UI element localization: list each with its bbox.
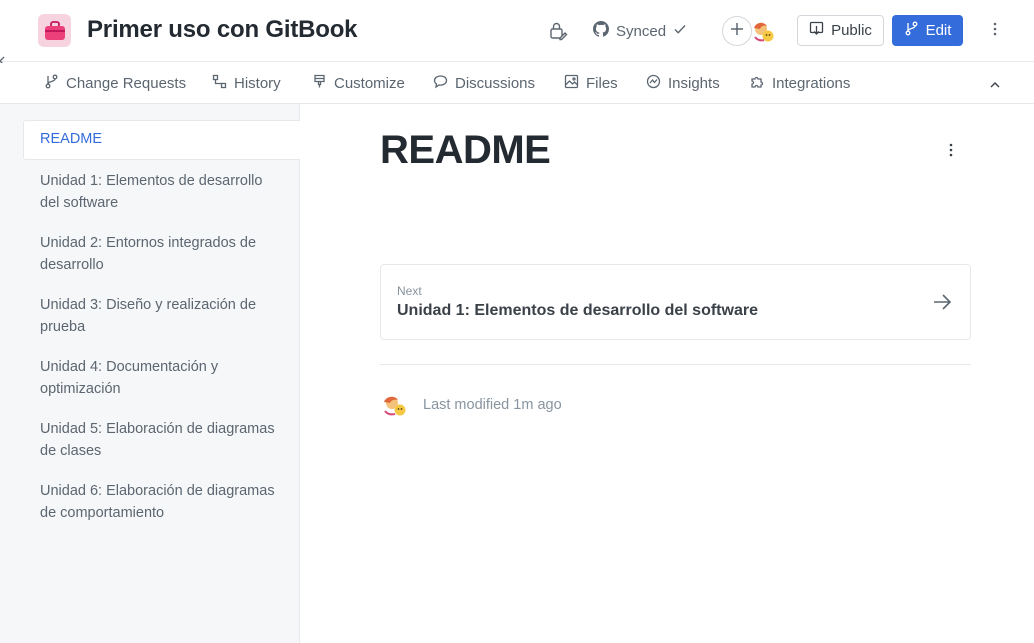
tab-label: Files [586, 75, 618, 92]
next-label: Next [397, 284, 422, 298]
tab-label: Integrations [772, 75, 851, 92]
sidebar-item-unidad-3[interactable]: Unidad 3: Diseño y realización de prueba [40, 294, 285, 338]
branch-icon [904, 21, 919, 40]
brush-icon [312, 74, 327, 93]
kebab-icon [993, 22, 997, 41]
space-title: Primer uso con GitBook [87, 16, 358, 43]
tab-label: History [234, 75, 281, 92]
arrow-right-icon [931, 291, 953, 313]
sidebar-item-label: README [40, 131, 103, 147]
github-icon [593, 21, 610, 41]
next-page-card[interactable]: Next Unidad 1: Elementos de desarrollo d… [380, 264, 971, 340]
tab-discussions[interactable]: Discussions [433, 63, 535, 104]
sidebar-item-unidad-2[interactable]: Unidad 2: Entornos integrados de desarro… [40, 232, 285, 276]
checkmark-icon [673, 22, 687, 40]
briefcase-icon[interactable] [38, 14, 71, 47]
plus-icon [730, 22, 744, 41]
puzzle-icon [750, 74, 765, 93]
lock-edit-button[interactable] [545, 18, 571, 44]
chat-bubble-icon [433, 74, 448, 93]
page-title: README [380, 128, 551, 172]
public-label: Public [831, 22, 872, 39]
edit-button[interactable]: Edit [892, 15, 963, 46]
branch-icon [44, 74, 59, 93]
tab-label: Insights [668, 75, 720, 92]
public-button[interactable]: Public [797, 15, 884, 46]
page-options-button[interactable] [940, 140, 962, 164]
user-avatar[interactable] [751, 19, 776, 44]
sidebar-item-unidad-6[interactable]: Unidad 6: Elaboración de diagramas de co… [40, 480, 285, 524]
last-modified-text: Last modified 1m ago [423, 397, 562, 413]
image-icon [564, 74, 579, 93]
share-icon [809, 21, 824, 40]
synced-label: Synced [616, 22, 667, 40]
edit-label: Edit [925, 22, 952, 39]
sidebar-item-readme[interactable]: README [23, 120, 300, 160]
insights-icon [646, 74, 661, 93]
tab-customize[interactable]: Customize [312, 63, 405, 104]
tab-history[interactable]: History [212, 63, 281, 104]
tab-files[interactable]: Files [564, 63, 618, 104]
space-tabs-bar: Change Requests History Customize Discus… [0, 63, 1034, 104]
author-avatar [381, 393, 408, 418]
kebab-icon [949, 143, 953, 162]
collapse-tabs-button[interactable] [985, 74, 1005, 94]
next-page-title: Unidad 1: Elementos de desarrollo del so… [397, 302, 758, 319]
sidebar-item-unidad-1[interactable]: Unidad 1: Elementos de desarrollo del so… [40, 170, 285, 214]
synced-status-button[interactable]: Synced [593, 18, 687, 44]
tab-label: Discussions [455, 75, 536, 92]
top-header: Primer uso con GitBook Synced Public Edi… [0, 0, 1034, 62]
tab-label: Customize [334, 75, 405, 92]
sidebar-item-unidad-5[interactable]: Unidad 5: Elaboración de diagramas de cl… [40, 418, 285, 462]
tab-integrations[interactable]: Integrations [750, 63, 850, 104]
tab-insights[interactable]: Insights [646, 63, 720, 104]
invite-button[interactable] [722, 16, 752, 46]
chevron-up-icon [990, 75, 1000, 93]
history-icon [212, 74, 227, 93]
divider [380, 364, 971, 365]
tab-change-requests[interactable]: Change Requests [44, 63, 186, 104]
tab-label: Change Requests [66, 75, 187, 92]
more-options-button[interactable] [983, 18, 1007, 44]
sidebar: README Unidad 1: Elementos de desarrollo… [0, 104, 300, 643]
sidebar-item-unidad-4[interactable]: Unidad 4: Documentación y optimización [40, 356, 285, 400]
